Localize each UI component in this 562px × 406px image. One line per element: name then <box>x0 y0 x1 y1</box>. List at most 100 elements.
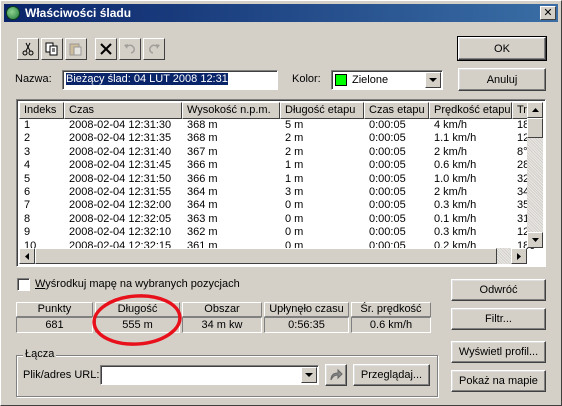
open-link-button[interactable] <box>325 364 347 386</box>
table-cell: 0:00:05 <box>369 159 406 172</box>
track-stats: Punkty 681 Długość 555 m Obszar 34 m kw Upłynę… <box>16 302 436 334</box>
globe-icon <box>6 6 20 20</box>
color-label: Kolor: <box>292 73 321 85</box>
delete-button[interactable] <box>95 38 117 60</box>
horizontal-scroll-thumb[interactable] <box>35 248 497 264</box>
scroll-right-icon[interactable] <box>511 248 527 264</box>
column-header[interactable]: Indeks <box>19 102 64 119</box>
name-input[interactable]: Bieżący ślad: 04 LUT 2008 12:31 <box>62 70 278 90</box>
scroll-down-icon[interactable] <box>527 232 543 248</box>
table-row[interactable]: 1 2008-02-04 12:31:30 368 m 5 m 0:00:05 4 km/… <box>19 119 540 132</box>
table-cell: 2008-02-04 12:31:35 <box>69 132 172 145</box>
table-cell: 6 <box>24 185 31 198</box>
arrow-forward-icon <box>330 368 343 381</box>
show-on-map-button[interactable]: Pokaż na mapie <box>451 370 546 392</box>
color-swatch <box>335 74 347 86</box>
table-cell: 362 m <box>187 226 218 239</box>
table-row[interactable]: 9 2008-02-04 12:32:10 362 m 0 m 0:00:05 0.3 k… <box>19 226 540 239</box>
table-cell: 7 <box>24 199 31 212</box>
color-select[interactable]: Zielone <box>331 70 443 90</box>
table-cell: 2008-02-04 12:32:10 <box>69 226 172 239</box>
stat-label: Długość <box>95 302 180 317</box>
cancel-button[interactable]: Anuluj <box>458 68 546 91</box>
table-row[interactable]: 3 2008-02-04 12:31:40 367 m 2 m 0:00:05 2 km/… <box>19 146 540 159</box>
url-label: Plik/adres URL: <box>23 369 100 381</box>
stat-value: 681 <box>16 317 93 333</box>
table-cell: 1 <box>24 119 31 131</box>
stat-panel: Długość 555 m <box>95 302 180 334</box>
browse-button[interactable]: Przeglądaj... <box>353 364 430 386</box>
table-cell: 0:00:05 <box>369 185 406 198</box>
stat-label: Obszar <box>182 302 262 317</box>
redo-button[interactable] <box>143 38 165 60</box>
cut-button[interactable] <box>17 38 39 60</box>
column-header[interactable]: Czas <box>64 102 182 119</box>
table-cell: 3 <box>24 145 31 158</box>
chevron-down-icon[interactable] <box>301 367 317 383</box>
copy-button[interactable] <box>41 38 63 60</box>
url-select[interactable] <box>100 365 319 385</box>
vertical-scroll-thumb[interactable] <box>527 118 543 138</box>
column-header[interactable]: Czas etapu <box>364 102 429 119</box>
table-cell: 1.0 km/h <box>434 172 477 185</box>
ok-button[interactable]: OK <box>457 36 547 61</box>
paste-button[interactable] <box>65 38 87 60</box>
track-properties-window: Właściwości śladu ✕ OK Anuluj Nazwa: Bie… <box>0 0 562 406</box>
table-row[interactable]: 4 2008-02-04 12:31:45 366 m 1 m 0:00:05 0.6 k… <box>19 159 540 172</box>
title-bar: Właściwości śladu ✕ <box>4 4 558 22</box>
show-profile-button[interactable]: Wyświetl profil... <box>451 341 546 363</box>
table-cell: 0:00:05 <box>369 119 406 131</box>
table-row[interactable]: 7 2008-02-04 12:32:00 364 m 0 m 0:00:05 0.3 k… <box>19 199 540 212</box>
track-points-table[interactable]: Indeks Czas Wysokość n.p.m. Długość etapu Cz… <box>16 99 546 267</box>
table-cell: 2008-02-04 12:32:00 <box>69 199 172 212</box>
close-button[interactable]: ✕ <box>540 6 556 20</box>
stat-panel: Obszar 34 m kw <box>182 302 262 334</box>
table-cell: 367 m <box>187 145 218 158</box>
table-body: 1 2008-02-04 12:31:30 368 m 5 m 0:00:05 4 km/… <box>19 119 540 253</box>
column-header[interactable]: Długość etapu <box>280 102 364 119</box>
table-row[interactable]: 8 2008-02-04 12:32:05 363 m 0 m 0:00:05 0.1 k… <box>19 213 540 226</box>
name-label: Nazwa: <box>15 73 52 85</box>
table-cell: 2 m <box>285 132 304 145</box>
stat-value: 34 m kw <box>182 317 262 333</box>
table-row[interactable]: 6 2008-02-04 12:31:55 364 m 3 m 0:00:05 2 km/… <box>19 186 540 199</box>
vertical-scrollbar[interactable] <box>527 102 543 248</box>
table-cell: 2008-02-04 12:32:05 <box>69 212 172 225</box>
table-cell: 2008-02-04 12:31:30 <box>69 119 172 131</box>
undo-icon <box>124 44 135 54</box>
table-cell: 0:00:05 <box>369 212 406 225</box>
reverse-button[interactable]: Odwróć <box>451 279 546 301</box>
table-cell: 0 m <box>285 226 304 239</box>
table-cell: 2008-02-04 12:31:40 <box>69 145 172 158</box>
color-select-value: Zielone <box>352 74 389 86</box>
table-cell: 0.3 km/h <box>434 226 477 239</box>
scroll-left-icon[interactable] <box>19 248 35 264</box>
table-cell: 2008-02-04 12:31:50 <box>69 172 172 185</box>
table-cell: 8 <box>24 212 31 225</box>
table-cell: 0 m <box>285 199 304 212</box>
column-header[interactable]: Wysokość n.p.m. <box>182 102 280 119</box>
stat-value: 555 m <box>95 317 180 333</box>
table-cell: 0 m <box>285 212 304 225</box>
center-map-checkbox[interactable] <box>17 278 30 291</box>
table-header: Indeks Czas Wysokość n.p.m. Długość etapu Cz… <box>19 102 540 119</box>
paste-icon <box>69 43 82 56</box>
table-cell: 2 <box>24 132 31 145</box>
stat-panel: Śr. prędkość 0.6 km/h <box>351 302 431 334</box>
table-row[interactable]: 5 2008-02-04 12:31:50 366 m 1 m 0:00:05 1.0 k… <box>19 173 540 186</box>
table-cell: 0:00:05 <box>369 132 406 145</box>
stat-panel: Punkty 681 <box>16 302 93 334</box>
horizontal-scrollbar[interactable] <box>19 248 527 264</box>
filter-button[interactable]: Filtr... <box>451 308 546 330</box>
chevron-down-icon[interactable] <box>425 72 441 88</box>
undo-button[interactable] <box>119 38 141 60</box>
stat-label: Śr. prędkość <box>351 302 431 317</box>
stat-label: Punkty <box>16 302 93 317</box>
column-header[interactable]: Prędkość etapu <box>429 102 512 119</box>
table-cell: 0.6 km/h <box>434 159 477 172</box>
table-cell: 0.3 km/h <box>434 199 477 212</box>
scroll-up-icon[interactable] <box>527 102 543 118</box>
table-row[interactable]: 2 2008-02-04 12:31:35 368 m 2 m 0:00:05 1.1 k… <box>19 132 540 145</box>
table-cell: 2 km/h <box>434 185 468 198</box>
table-cell: 4 km/h <box>434 119 468 131</box>
